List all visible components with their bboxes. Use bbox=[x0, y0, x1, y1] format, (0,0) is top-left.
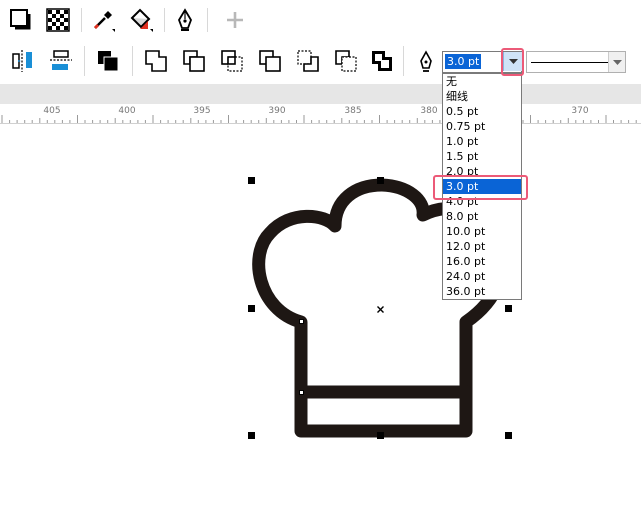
toolbar-divider bbox=[403, 46, 404, 76]
shadow-square-icon[interactable] bbox=[8, 7, 34, 33]
line-style-dropdown-arrow[interactable] bbox=[608, 52, 625, 72]
outline-width-value[interactable]: 3.0 pt bbox=[445, 54, 482, 69]
front-minus-back-icon[interactable] bbox=[295, 48, 321, 74]
list-item[interactable]: 0.5 pt bbox=[443, 104, 521, 119]
selection-handle[interactable] bbox=[505, 432, 512, 439]
ruler-ticks bbox=[1, 115, 637, 123]
workspace-band bbox=[0, 84, 641, 104]
toolbar-divider bbox=[84, 46, 85, 76]
ruler-label: 390 bbox=[268, 106, 286, 116]
list-item[interactable]: 无 bbox=[443, 74, 521, 89]
intersect-icon[interactable] bbox=[219, 48, 245, 74]
toolbar-divider bbox=[81, 8, 82, 32]
drawing-canvas[interactable] bbox=[0, 124, 641, 507]
list-item[interactable]: 0.75 pt bbox=[443, 119, 521, 134]
highlight-dropdown-arrow bbox=[501, 48, 524, 76]
weld-icon[interactable] bbox=[143, 48, 169, 74]
ruler-label: 400 bbox=[118, 106, 136, 116]
line-style-preview bbox=[531, 62, 609, 63]
selection-handle[interactable] bbox=[248, 305, 255, 312]
list-item[interactable]: 12.0 pt bbox=[443, 239, 521, 254]
add-icon[interactable] bbox=[222, 7, 248, 33]
back-minus-front-icon[interactable] bbox=[333, 48, 359, 74]
trim-icon[interactable] bbox=[181, 48, 207, 74]
transparency-checker-icon[interactable] bbox=[45, 7, 71, 33]
horizontal-ruler[interactable]: 405 400 395 390 385 380 370 bbox=[0, 104, 641, 124]
list-item[interactable]: 24.0 pt bbox=[443, 269, 521, 284]
list-item[interactable]: 1.5 pt bbox=[443, 149, 521, 164]
selection-handle[interactable] bbox=[248, 432, 255, 439]
selection-handle[interactable] bbox=[248, 177, 255, 184]
ruler-label: 395 bbox=[193, 106, 211, 116]
ruler-label: 385 bbox=[344, 106, 362, 116]
pen-nib-icon[interactable] bbox=[172, 7, 198, 33]
chef-hat-shape[interactable] bbox=[0, 124, 641, 507]
node-point[interactable] bbox=[299, 319, 304, 324]
ruler-label: 405 bbox=[43, 106, 61, 116]
toolbar-divider bbox=[207, 8, 208, 32]
selection-handle[interactable] bbox=[377, 177, 384, 184]
center-marker-icon[interactable] bbox=[376, 304, 385, 313]
list-item[interactable]: 10.0 pt bbox=[443, 224, 521, 239]
list-item[interactable]: 16.0 pt bbox=[443, 254, 521, 269]
top-toolbar bbox=[0, 0, 641, 41]
ruler-label: 380 bbox=[420, 106, 438, 116]
highlight-selected-option bbox=[433, 175, 528, 200]
selection-handle[interactable] bbox=[377, 432, 384, 439]
simplify-icon[interactable] bbox=[257, 48, 283, 74]
fill-bucket-icon[interactable] bbox=[128, 7, 154, 33]
toolbar-divider bbox=[164, 8, 165, 32]
list-item[interactable]: 1.0 pt bbox=[443, 134, 521, 149]
list-item[interactable]: 8.0 pt bbox=[443, 209, 521, 224]
outline-pen-icon[interactable] bbox=[414, 49, 438, 75]
selection-handle[interactable] bbox=[505, 305, 512, 312]
boundary-icon[interactable] bbox=[369, 48, 395, 74]
eyedropper-icon[interactable] bbox=[90, 7, 116, 33]
list-item[interactable]: 细线 bbox=[443, 89, 521, 104]
toolbar-divider bbox=[132, 46, 133, 76]
align-horizontal-icon[interactable] bbox=[48, 48, 74, 74]
node-point[interactable] bbox=[299, 390, 304, 395]
combine-icon[interactable] bbox=[95, 48, 121, 74]
list-item[interactable]: 36.0 pt bbox=[443, 284, 521, 299]
chevron-down-icon bbox=[612, 56, 622, 69]
line-style-dropdown[interactable] bbox=[526, 51, 626, 73]
ruler-label: 370 bbox=[571, 106, 589, 116]
align-vertical-icon[interactable] bbox=[10, 48, 36, 74]
